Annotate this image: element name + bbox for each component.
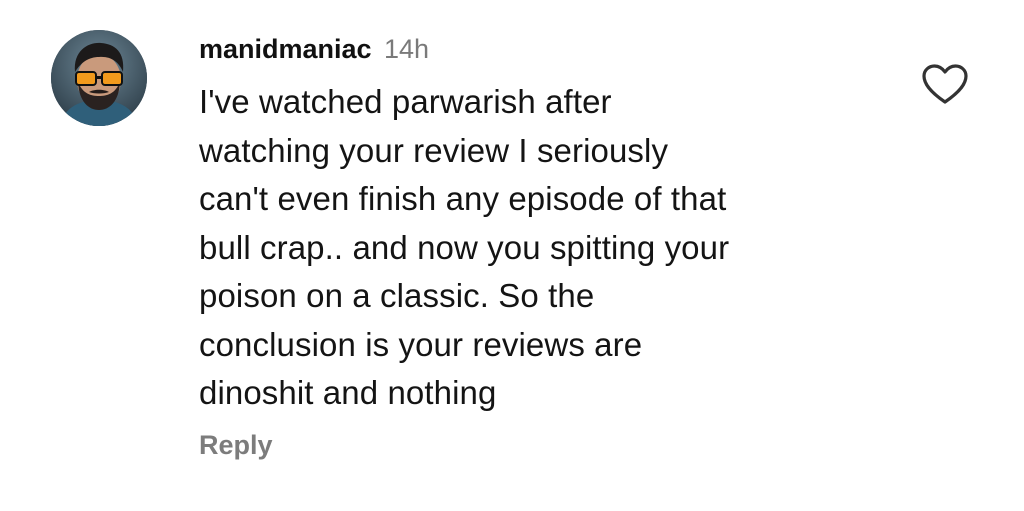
comment-item: manidmaniac 14h I've watched parwarish a… [0, 0, 1024, 511]
comment-content: manidmaniac 14h I've watched parwarish a… [199, 26, 839, 461]
username-link[interactable]: manidmaniac [199, 34, 372, 64]
heart-outline-icon [922, 64, 968, 104]
user-avatar-icon [51, 30, 147, 126]
reply-button[interactable]: Reply [199, 430, 273, 461]
like-button[interactable] [920, 62, 970, 108]
avatar[interactable] [51, 30, 147, 126]
timestamp: 14h [384, 34, 430, 64]
comment-text: I've watched parwarish after watching yo… [199, 83, 730, 411]
comment-meta: manidmaniac 14h [199, 26, 839, 72]
